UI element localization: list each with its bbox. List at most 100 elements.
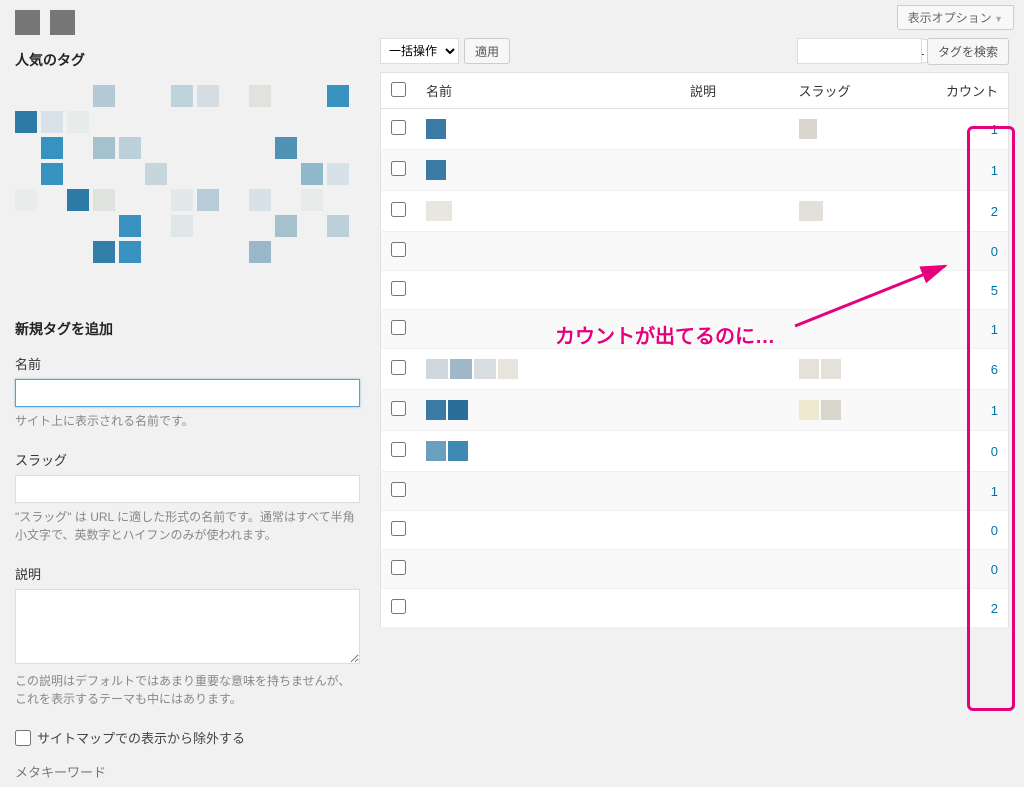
row-checkbox[interactable] bbox=[391, 360, 406, 375]
tag-cloud-cell bbox=[41, 241, 63, 263]
pixelated-tag-name bbox=[474, 359, 496, 379]
tag-cloud-cell[interactable] bbox=[301, 163, 323, 185]
row-checkbox[interactable] bbox=[391, 401, 406, 416]
count-link[interactable]: 0 bbox=[991, 244, 998, 259]
tag-cloud-cell[interactable] bbox=[249, 85, 271, 107]
count-link[interactable]: 6 bbox=[991, 362, 998, 377]
row-checkbox[interactable] bbox=[391, 202, 406, 217]
table-row: 0 bbox=[381, 431, 1009, 472]
tag-cloud-cell[interactable] bbox=[15, 189, 37, 211]
tag-cloud-cell[interactable] bbox=[171, 189, 193, 211]
tag-cloud-cell[interactable] bbox=[145, 163, 167, 185]
meta-keyword-label: メタキーワード bbox=[15, 762, 360, 781]
tag-cloud-cell[interactable] bbox=[275, 215, 297, 237]
tag-cloud-cell[interactable] bbox=[119, 241, 141, 263]
tag-cloud-cell[interactable] bbox=[93, 241, 115, 263]
tag-cloud-cell[interactable] bbox=[67, 111, 89, 133]
tag-cloud-cell[interactable] bbox=[41, 163, 63, 185]
tag-cloud-cell bbox=[145, 267, 167, 289]
count-link[interactable]: 2 bbox=[991, 601, 998, 616]
tag-cloud-cell[interactable] bbox=[197, 189, 219, 211]
tag-cloud-cell[interactable] bbox=[67, 189, 89, 211]
col-name[interactable]: 名前 bbox=[416, 73, 680, 109]
count-link[interactable]: 1 bbox=[991, 403, 998, 418]
tag-cloud-cell[interactable] bbox=[327, 85, 349, 107]
bulk-action-select[interactable]: 一括操作 bbox=[380, 38, 459, 64]
apply-button[interactable]: 適用 bbox=[464, 38, 510, 64]
tag-cloud-cell bbox=[119, 267, 141, 289]
tag-cloud-cell[interactable] bbox=[41, 111, 63, 133]
tag-cloud-cell[interactable] bbox=[119, 215, 141, 237]
col-slug[interactable]: スラッグ bbox=[789, 73, 929, 109]
tag-cloud-cell bbox=[145, 215, 167, 237]
tag-cloud-cell bbox=[171, 111, 193, 133]
tag-cloud-cell[interactable] bbox=[249, 189, 271, 211]
search-input[interactable] bbox=[797, 38, 922, 64]
select-all-checkbox[interactable] bbox=[391, 82, 406, 97]
count-link[interactable]: 5 bbox=[991, 283, 998, 298]
name-input[interactable] bbox=[15, 379, 360, 407]
tag-cloud-cell[interactable] bbox=[327, 215, 349, 237]
tag-cloud-cell bbox=[301, 111, 323, 133]
tag-cloud-cell bbox=[301, 137, 323, 159]
sitemap-exclude-checkbox[interactable] bbox=[15, 730, 31, 746]
pixelated-slug bbox=[799, 119, 817, 139]
tag-cloud-cell[interactable] bbox=[327, 163, 349, 185]
count-link[interactable]: 1 bbox=[991, 484, 998, 499]
count-link[interactable]: 0 bbox=[991, 562, 998, 577]
search-button[interactable]: タグを検索 bbox=[927, 38, 1009, 65]
tag-cloud-cell bbox=[171, 241, 193, 263]
tag-cloud-cell bbox=[119, 189, 141, 211]
col-count[interactable]: カウント bbox=[929, 73, 1009, 109]
row-checkbox[interactable] bbox=[391, 242, 406, 257]
row-checkbox[interactable] bbox=[391, 120, 406, 135]
count-link[interactable]: 0 bbox=[991, 523, 998, 538]
row-checkbox[interactable] bbox=[391, 521, 406, 536]
tag-cloud-cell[interactable] bbox=[275, 137, 297, 159]
tag-cloud-cell bbox=[197, 137, 219, 159]
count-link[interactable]: 1 bbox=[991, 322, 998, 337]
popular-tags-title: 人気のタグ bbox=[15, 50, 360, 70]
tag-cloud-cell bbox=[15, 215, 37, 237]
table-row: 5 bbox=[381, 271, 1009, 310]
desc-label: 説明 bbox=[15, 564, 360, 583]
tag-cloud-cell[interactable] bbox=[119, 137, 141, 159]
count-link[interactable]: 1 bbox=[991, 122, 998, 137]
row-checkbox[interactable] bbox=[391, 320, 406, 335]
pixelated-slug bbox=[821, 359, 841, 379]
row-checkbox[interactable] bbox=[391, 482, 406, 497]
tag-cloud-cell[interactable] bbox=[93, 189, 115, 211]
row-checkbox[interactable] bbox=[391, 442, 406, 457]
desc-textarea[interactable] bbox=[15, 589, 360, 664]
screen-options-button[interactable]: 表示オプション bbox=[897, 5, 1014, 30]
name-label: 名前 bbox=[15, 354, 360, 373]
row-checkbox[interactable] bbox=[391, 599, 406, 614]
count-link[interactable]: 0 bbox=[991, 444, 998, 459]
row-checkbox[interactable] bbox=[391, 281, 406, 296]
tag-cloud-cell[interactable] bbox=[93, 85, 115, 107]
tag-cloud-cell[interactable] bbox=[301, 189, 323, 211]
tag-cloud-cell bbox=[145, 137, 167, 159]
tag-cloud-cell[interactable] bbox=[171, 215, 193, 237]
count-link[interactable]: 2 bbox=[991, 204, 998, 219]
desc-help: この説明はデフォルトではあまり重要な意味を持ちませんが、これを表示するテーマも中… bbox=[15, 672, 360, 708]
tag-cloud-cell bbox=[197, 111, 219, 133]
tag-cloud-cell bbox=[67, 163, 89, 185]
tag-cloud-cell[interactable] bbox=[93, 137, 115, 159]
tag-cloud-cell bbox=[223, 111, 245, 133]
slug-input[interactable] bbox=[15, 475, 360, 503]
pixelated-tag-name bbox=[426, 400, 446, 420]
row-checkbox[interactable] bbox=[391, 560, 406, 575]
col-desc[interactable]: 説明 bbox=[680, 73, 788, 109]
tag-cloud-cell bbox=[67, 267, 89, 289]
slug-label: スラッグ bbox=[15, 450, 360, 469]
tag-cloud-cell[interactable] bbox=[171, 85, 193, 107]
tag-cloud-cell bbox=[197, 163, 219, 185]
tag-cloud-cell[interactable] bbox=[197, 85, 219, 107]
tag-cloud-cell bbox=[197, 241, 219, 263]
tag-cloud-cell[interactable] bbox=[41, 137, 63, 159]
row-checkbox[interactable] bbox=[391, 161, 406, 176]
tag-cloud-cell[interactable] bbox=[15, 111, 37, 133]
tag-cloud-cell[interactable] bbox=[249, 241, 271, 263]
count-link[interactable]: 1 bbox=[991, 163, 998, 178]
